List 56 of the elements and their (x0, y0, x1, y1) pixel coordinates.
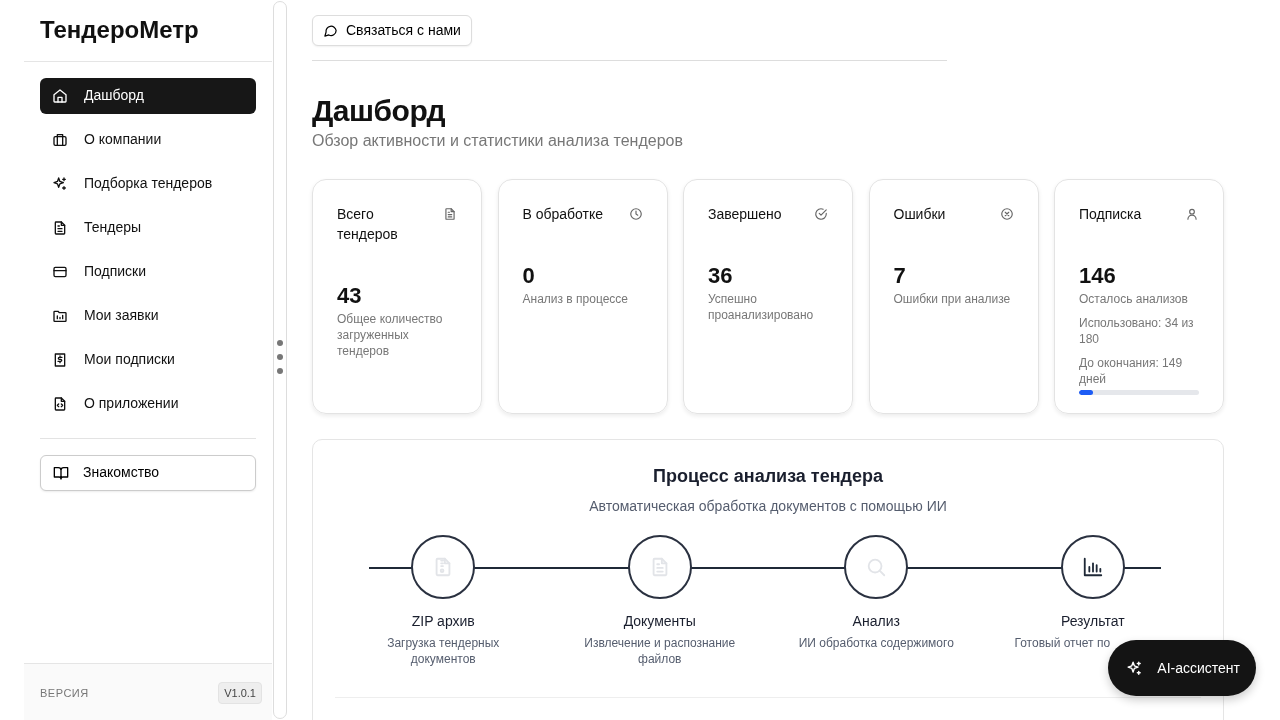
stat-value: 36 (708, 262, 734, 290)
stat-caption: Анализ в процессе (522, 290, 629, 307)
stat-title: Всего тендеров (337, 205, 399, 244)
page-title: Дашборд (312, 93, 447, 129)
tour-button[interactable]: Знакомство (40, 454, 256, 491)
x-circle-icon (999, 207, 1014, 221)
step-caption: Готовый отчет по (1014, 634, 1111, 651)
stat-title: Подписка (1079, 205, 1142, 224)
user-icon (1185, 207, 1199, 221)
nav-item[interactable]: О приложении (40, 385, 256, 422)
document-icon (52, 219, 68, 236)
stat-detail: До окончания: 149 дней (1079, 354, 1184, 387)
sparkles-icon (1126, 659, 1144, 677)
nav-item[interactable]: Тендеры (40, 209, 256, 246)
app-logo: ТендероМетр (24, 0, 272, 62)
nav-item[interactable]: О компании (40, 121, 256, 158)
document-icon (443, 207, 457, 221)
step-title: Документы (623, 611, 696, 631)
version-tag: V1.0.1 (218, 681, 262, 704)
stat-caption: Общее количество загруженных тендеров (337, 310, 444, 359)
step-caption: Извлечение и распознание файлов (583, 634, 737, 667)
contact-button[interactable]: Связаться с нами (312, 14, 472, 46)
nav-item[interactable]: Дашборд (40, 77, 256, 114)
step-title: ZIP архив (411, 611, 475, 631)
book-icon (53, 464, 69, 481)
briefcase-icon (52, 131, 68, 148)
home-icon (52, 87, 68, 104)
nav-item[interactable]: Мои заявки (40, 297, 256, 334)
step-title: Анализ (852, 611, 900, 631)
nav-item[interactable]: Подписки (40, 253, 256, 290)
nav-item[interactable]: Мои подписки (40, 341, 256, 378)
bar-chart-icon (1081, 555, 1104, 578)
stat-title: Завершено (708, 205, 782, 224)
page-subtitle: Обзор активности и статистики анализа тендеров (312, 131, 684, 151)
stat-value: 146 (1079, 262, 1117, 290)
stat-value: 0 (522, 262, 536, 290)
stat-value: 7 (893, 262, 907, 290)
receipt-icon (52, 351, 68, 368)
stat-title: В обработке (522, 205, 604, 224)
check-circle-icon (814, 207, 828, 221)
stat-caption: Успешно проанализировано (708, 290, 815, 323)
step-title: Результат (1060, 611, 1125, 631)
stat-caption: Ошибки при анализе (893, 290, 1012, 307)
sparkles-icon (52, 175, 68, 192)
clock-icon (628, 207, 643, 221)
process-subtitle: Автоматическая обработка документов с помощью ИИ (588, 496, 948, 516)
stat-caption: Осталось анализов (1079, 290, 1189, 307)
stat-value: 43 (337, 282, 363, 310)
process-title: Процесс анализа тендера (651, 466, 884, 488)
stat-title: Ошибки (893, 205, 946, 224)
step-caption: Загрузка тендерных документов (386, 634, 501, 667)
version-label: ВЕРСИЯ (40, 685, 89, 701)
step-caption: ИИ обработка содержимого (798, 634, 954, 651)
nav-item[interactable]: Подборка тендеров (40, 165, 256, 202)
stat-detail: Использовано: 34 из 180 (1079, 314, 1195, 347)
code-file-icon (52, 395, 68, 412)
